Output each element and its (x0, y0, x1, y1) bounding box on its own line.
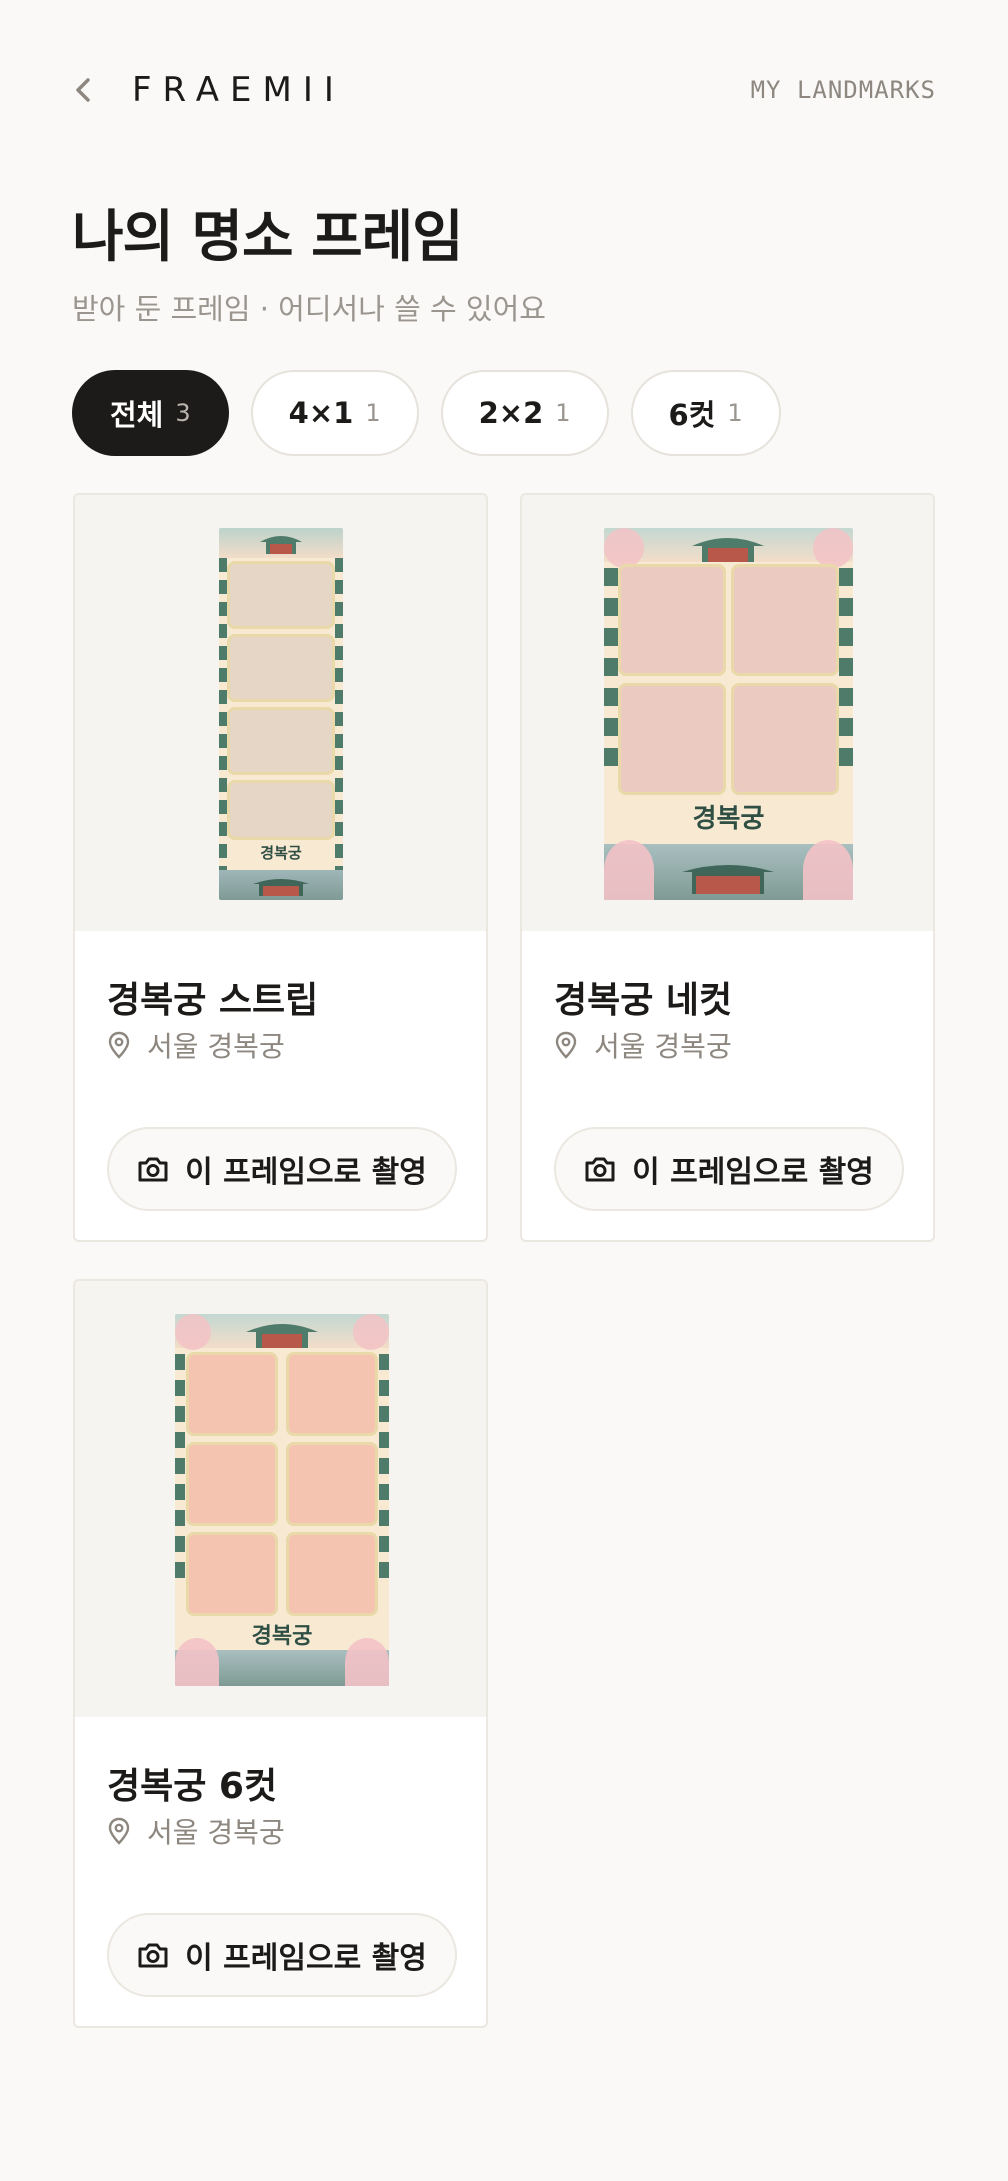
side-border-right (335, 558, 343, 870)
page-title: 나의 명소 프레임 (72, 205, 464, 270)
camera-icon (584, 1151, 620, 1187)
photo-slot (286, 1352, 378, 1436)
photo-slot (186, 1442, 278, 1526)
frame-name: 경복궁 스트립 (107, 980, 319, 1021)
chip-count: 1 (555, 399, 571, 427)
photo-slot (618, 683, 726, 795)
blossom-decoration (604, 840, 654, 900)
frame-preview-2x2: 경복궁 (604, 528, 853, 900)
brand-logo[interactable]: FRAEMII (132, 70, 345, 110)
palace-roof-icon (260, 536, 302, 554)
side-border-right (379, 1354, 389, 1584)
photo-slot (186, 1532, 278, 1616)
frame-card-6cut[interactable]: 경복궁 경복궁 6컷 서울 경복궁 이 프레임으로 촬영 (73, 1279, 488, 2028)
palace-roof-icon (692, 538, 764, 562)
photo-slot (227, 707, 335, 775)
frame-thumbnail[interactable]: 경복궁 (75, 495, 486, 931)
blossom-decoration (353, 1314, 389, 1350)
side-border-left (604, 568, 618, 768)
camera-icon (137, 1937, 173, 1973)
chip-label: 2×2 (478, 396, 544, 430)
blossom-decoration (813, 528, 853, 568)
frame-preview-6cut: 경복궁 (175, 1314, 389, 1686)
shoot-with-frame-button[interactable]: 이 프레임으로 촬영 (554, 1127, 904, 1211)
location-text: 서울 경복궁 (147, 1030, 285, 1063)
blossom-decoration (803, 840, 853, 900)
frame-title-text: 경복궁 (260, 844, 302, 862)
filter-chip-4x1[interactable]: 4×1 1 (250, 370, 419, 456)
side-border-right (839, 568, 853, 768)
frame-name: 경복궁 네컷 (554, 980, 733, 1021)
frame-card-2x2[interactable]: 경복궁 경복궁 네컷 서울 경복궁 이 프레임으로 촬영 (520, 493, 935, 1242)
photo-slot (731, 683, 839, 795)
filter-chip-all[interactable]: 전체 3 (72, 370, 229, 456)
app-header: FRAEMII MY LANDMARKS (72, 60, 936, 120)
shoot-button-label: 이 프레임으로 촬영 (632, 1155, 874, 1190)
chevron-left-icon[interactable] (72, 70, 112, 110)
frame-card-strip[interactable]: 경복궁 경복궁 스트립 서울 경복궁 이 프레임으로 촬영 (73, 493, 488, 1242)
page-subtitle: 받아 둔 프레임 · 어디서나 쓸 수 있어요 (72, 292, 546, 326)
photo-slot (186, 1352, 278, 1436)
photo-slot (227, 780, 335, 840)
photo-slot (731, 564, 839, 676)
frame-thumbnail[interactable]: 경복궁 (75, 1281, 486, 1717)
frame-name: 경복궁 6컷 (107, 1766, 278, 1807)
palace-building-icon (253, 879, 309, 896)
chip-count: 1 (365, 399, 381, 427)
filter-chips: 전체 3 4×1 1 2×2 1 6컷 1 (72, 370, 781, 456)
photo-slot (618, 564, 726, 676)
blossom-decoration (345, 1638, 389, 1686)
frame-location: 서울 경복궁 (554, 1025, 732, 1065)
header-left: FRAEMII (72, 70, 345, 110)
side-border-left (175, 1354, 185, 1584)
filter-chip-6cut[interactable]: 6컷 1 (630, 370, 781, 456)
photo-slot (227, 634, 335, 702)
filter-chip-2x2[interactable]: 2×2 1 (440, 370, 609, 456)
shoot-button-label: 이 프레임으로 촬영 (185, 1155, 427, 1190)
shoot-with-frame-button[interactable]: 이 프레임으로 촬영 (107, 1913, 457, 1997)
shoot-button-label: 이 프레임으로 촬영 (185, 1941, 427, 1976)
palace-building-icon (682, 865, 774, 894)
frame-title-text: 경복궁 (692, 804, 765, 834)
map-pin-icon (107, 1816, 137, 1846)
chip-label: 전체 (110, 398, 164, 432)
location-text: 서울 경복궁 (594, 1030, 732, 1063)
photo-slot (286, 1532, 378, 1616)
blossom-decoration (175, 1638, 219, 1686)
frame-preview-strip: 경복궁 (219, 528, 343, 900)
palace-roof-icon (246, 1324, 318, 1348)
frame-location: 서울 경복궁 (107, 1025, 285, 1065)
photo-slot (286, 1442, 378, 1526)
side-border-left (219, 558, 227, 870)
frame-location: 서울 경복궁 (107, 1811, 285, 1851)
blossom-decoration (604, 528, 644, 568)
blossom-decoration (175, 1314, 211, 1350)
my-landmarks-link[interactable]: MY LANDMARKS (751, 76, 936, 104)
map-pin-icon (107, 1030, 137, 1060)
shoot-with-frame-button[interactable]: 이 프레임으로 촬영 (107, 1127, 457, 1211)
chip-label: 4×1 (288, 396, 354, 430)
map-pin-icon (554, 1030, 584, 1060)
photo-slot (227, 561, 335, 629)
location-text: 서울 경복궁 (147, 1816, 285, 1849)
frame-thumbnail[interactable]: 경복궁 (522, 495, 933, 931)
chip-label: 6컷 (668, 398, 716, 432)
camera-icon (137, 1151, 173, 1187)
chip-count: 3 (175, 399, 191, 427)
chip-count: 1 (727, 399, 743, 427)
